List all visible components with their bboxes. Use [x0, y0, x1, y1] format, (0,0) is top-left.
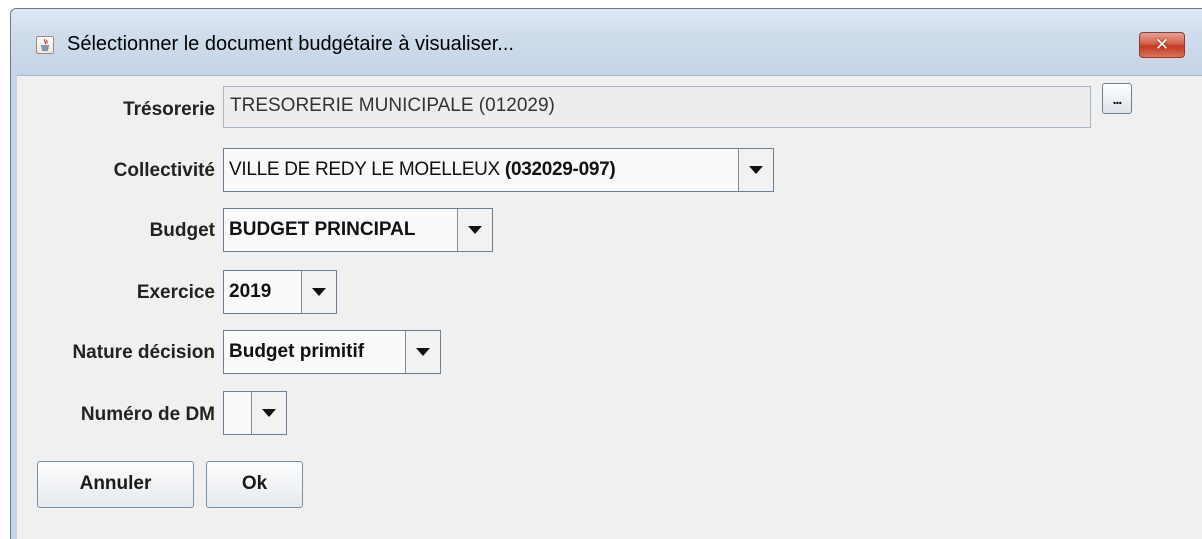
- title-bar[interactable]: Sélectionner le document budgétaire à vi…: [11, 9, 1202, 69]
- tresorerie-field: TRESORERIE MUNICIPALE (012029): [223, 86, 1091, 128]
- collectivite-code: (032029-097): [504, 159, 616, 180]
- exercice-label: Exercice: [136, 282, 215, 303]
- tresorerie-label: Trésorerie: [123, 99, 215, 120]
- budget-value: BUDGET PRINCIPAL: [229, 219, 416, 240]
- budget-label: Budget: [149, 220, 215, 241]
- cancel-button[interactable]: Annuler: [37, 461, 194, 508]
- close-icon: ✕: [1154, 35, 1170, 55]
- collectivite-name: VILLE DE REDY LE MOELLEUX: [229, 159, 500, 180]
- java-icon: [36, 36, 54, 54]
- nature-decision-combo[interactable]: Budget primitif: [223, 330, 441, 374]
- chevron-down-icon[interactable]: [251, 392, 286, 434]
- exercice-combo[interactable]: 2019: [223, 270, 337, 314]
- collectivite-label: Collectivité: [113, 160, 215, 181]
- form-panel: [17, 75, 1202, 539]
- budget-combo[interactable]: BUDGET PRINCIPAL: [223, 208, 493, 252]
- chevron-down-icon[interactable]: [738, 149, 773, 191]
- browse-tresorerie-button[interactable]: ...: [1102, 83, 1132, 114]
- window-title: Sélectionner le document budgétaire à vi…: [67, 33, 514, 55]
- chevron-down-icon[interactable]: [405, 331, 440, 373]
- ok-button[interactable]: Ok: [206, 461, 303, 508]
- exercice-value: 2019: [229, 281, 272, 302]
- chevron-down-icon[interactable]: [457, 209, 492, 251]
- nature-decision-value: Budget primitif: [229, 341, 365, 362]
- tresorerie-value: TRESORERIE MUNICIPALE (012029): [230, 95, 555, 116]
- collectivite-combo[interactable]: VILLE DE REDY LE MOELLEUX (032029-097): [223, 148, 774, 192]
- numero-dm-combo[interactable]: [223, 391, 287, 435]
- close-button[interactable]: ✕: [1139, 32, 1185, 58]
- nature-decision-label: Nature décision: [72, 342, 215, 363]
- numero-dm-label: Numéro de DM: [80, 404, 215, 425]
- chevron-down-icon[interactable]: [301, 271, 336, 313]
